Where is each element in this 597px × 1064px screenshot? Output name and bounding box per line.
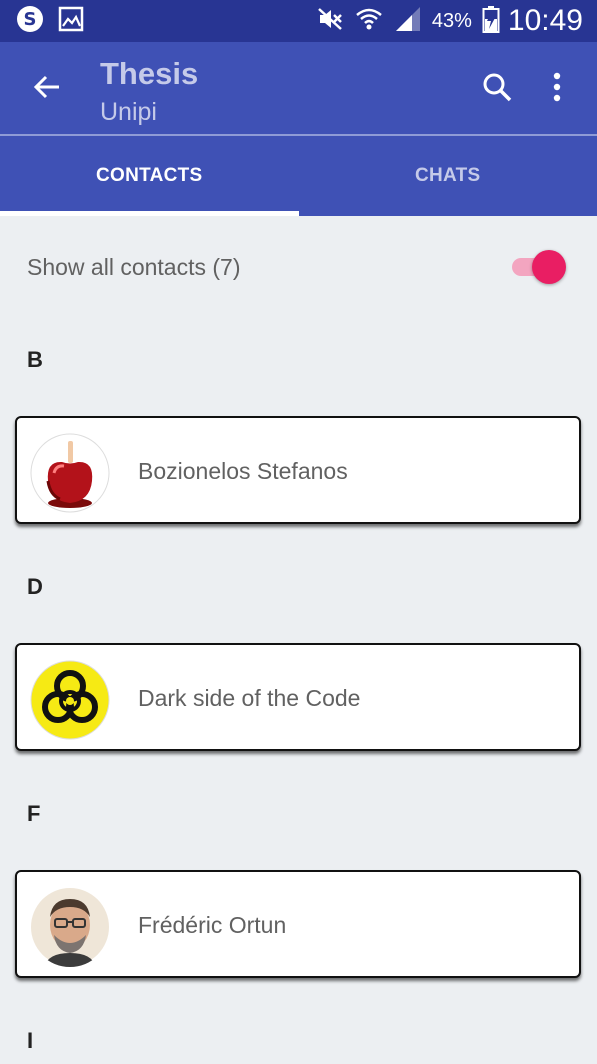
search-button[interactable]: [474, 66, 520, 112]
wifi-icon: [354, 4, 384, 39]
search-icon: [481, 71, 513, 108]
contact-name: Bozionelos Stefanos: [138, 458, 348, 484]
more-vert-icon: [552, 72, 562, 107]
show-all-contacts-toggle[interactable]: [510, 248, 568, 284]
status-bar: S 43% 10:49: [0, 0, 597, 42]
tab-chats-label: CHATS: [414, 165, 481, 186]
tab-bar: CONTACTS CHATS: [0, 136, 597, 216]
app-subtitle: Unipi: [100, 98, 157, 126]
toggle-thumb: [532, 250, 566, 284]
mute-icon: [316, 5, 344, 38]
signal-icon: [394, 5, 422, 38]
section-header-f: F: [27, 801, 41, 826]
contact-name: Frédéric Ortun: [138, 912, 287, 938]
section-header-b: B: [27, 347, 43, 372]
contact-card[interactable]: Bozionelos Stefanos: [15, 416, 581, 524]
back-button[interactable]: [22, 66, 72, 112]
contact-name: Dark side of the Code: [138, 685, 361, 711]
show-all-contacts-row: Show all contacts (7): [0, 232, 597, 302]
status-time: 10:49: [507, 4, 583, 37]
gallery-icon: [58, 6, 84, 37]
tab-indicator: [0, 211, 299, 216]
more-options-button[interactable]: [536, 66, 578, 112]
section-header-i: I: [27, 1028, 34, 1053]
svg-text:S: S: [24, 9, 37, 30]
battery-icon: [482, 5, 500, 38]
tab-contacts-label: CONTACTS: [95, 165, 203, 186]
biohazard-avatar: [30, 660, 110, 740]
contact-card[interactable]: Frédéric Ortun: [15, 870, 581, 978]
skype-icon: S: [16, 5, 44, 38]
section-header-d: D: [27, 574, 43, 599]
app-title: Thesis: [100, 56, 199, 91]
battery-percentage: 43%: [431, 9, 472, 32]
tab-chats[interactable]: CHATS: [299, 136, 597, 216]
show-all-contacts-label: Show all contacts (7): [27, 254, 241, 280]
tab-contacts[interactable]: CONTACTS: [0, 136, 299, 216]
app-bar: Thesis Unipi: [0, 42, 597, 135]
candy-apple-avatar: [30, 433, 110, 513]
arrow-back-icon: [32, 72, 62, 107]
contact-card[interactable]: Dark side of the Code: [15, 643, 581, 751]
person-photo-avatar: [30, 887, 110, 967]
